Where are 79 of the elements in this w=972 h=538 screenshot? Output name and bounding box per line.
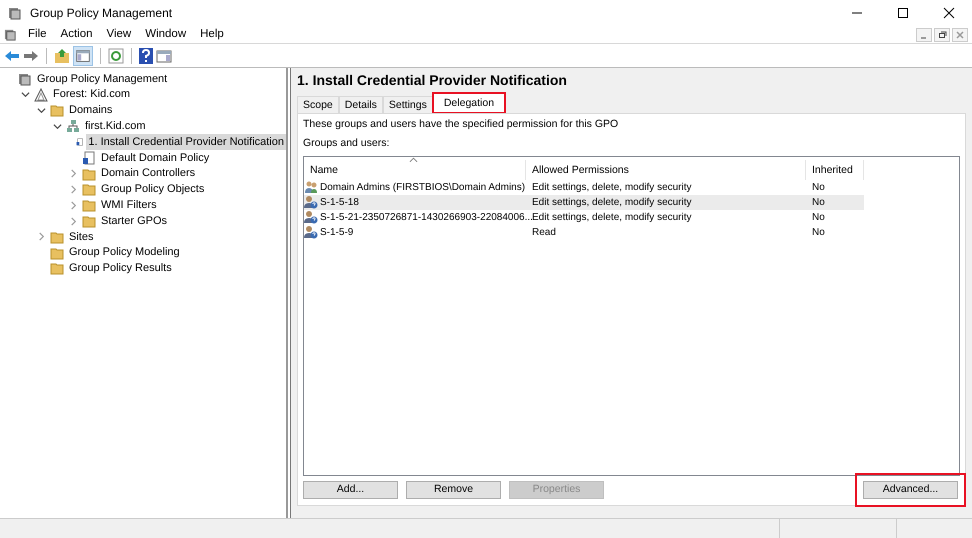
menu-item[interactable]: Help [193,26,231,44]
collapsed-chevron-icon[interactable] [36,232,46,242]
table-cell-text: No [812,226,825,240]
table-cell-text: Read [532,226,556,240]
column-header[interactable]: Allowed Permissions [526,160,806,180]
tree-item[interactable]: WMI Filters [99,197,159,214]
description-text: These groups and users have the specified permission for this GPO [303,117,620,132]
folder-icon [50,246,64,260]
forward-arrow-icon[interactable] [23,48,39,62]
folder-icon [82,166,96,181]
tree-item[interactable]: 1. Install Credential Provider Notification [86,134,286,150]
menu-item[interactable]: Window [138,26,194,44]
collapsed-chevron-icon[interactable] [68,200,78,210]
users-icon [304,180,318,194]
tab[interactable]: Scope [297,96,339,113]
table-cell-text: S-1-5-18 [320,196,359,210]
tree-item[interactable]: Domain Controllers [99,165,198,182]
app-icon[interactable] [4,28,17,41]
triangle-icon [34,88,48,102]
tree-item[interactable]: Group Policy Objects [99,181,206,198]
back-arrow-icon[interactable] [4,48,20,62]
folder-icon [82,198,96,212]
window-title: Group Policy Management [30,5,172,22]
column-header[interactable]: Inherited [806,160,864,180]
table-cell-text: Edit settings, delete, modify security [532,180,692,194]
table-row[interactable]: S-1-5-21-2350726871-1430266903-22084006...Edit settings, delete, modify security No [304,210,864,224]
tree-item[interactable]: Default Domain Policy [99,150,212,166]
collapsed-chevron-icon[interactable] [68,216,78,226]
tree-item[interactable]: Group Policy Modeling [67,244,182,261]
table-cell-text: Edit settings, delete, modify security [532,196,692,210]
table-row[interactable]: S-1-5-18 Edit settings, delete, modify security No [304,194,864,210]
table-cell-text: No [812,196,825,210]
pane-icon[interactable] [156,48,172,64]
app-icon [8,6,22,20]
help-icon[interactable] [139,48,153,64]
action-button[interactable]: Remove [406,481,501,499]
menu-item[interactable]: View [100,26,138,44]
folder-icon [82,182,96,196]
tree-item[interactable]: Group Policy Results [67,260,174,277]
table-cell-text: S-1-5-21-2350726871-1430266903-22084006... [320,210,533,224]
tree-item[interactable]: Domains [67,102,114,119]
folder-icon [82,214,96,228]
menu-item[interactable]: Action [54,26,100,44]
action-button[interactable]: Advanced... [863,481,958,499]
tree-item[interactable]: Starter GPOs [99,212,170,230]
restore-icon[interactable] [934,28,950,42]
table-row[interactable]: S-1-5-9 Read No [304,224,864,240]
minimize-icon[interactable] [916,28,932,42]
expanded-chevron-icon[interactable] [20,90,30,100]
folder-icon [50,230,64,244]
console-icon [18,72,32,86]
folder-icon [50,261,64,276]
tree-item[interactable]: first.Kid.com [83,118,148,135]
list-label: Groups and users: [303,136,390,151]
table-cell-text: No [812,210,825,224]
table-cell-text: Domain Admins (FIRSTBIOS\Domain Admins) [320,180,526,194]
tree-item[interactable]: Group Policy Management [35,70,170,88]
tab[interactable]: Details [338,96,383,113]
expanded-chevron-icon[interactable] [36,106,46,115]
tree-item[interactable]: Sites [67,228,96,246]
table-cell-text: No [812,180,825,194]
table-row[interactable]: Domain Admins (FIRSTBIOS\Domain Admins) Edit settings, delete, modify security No [304,180,864,194]
table-cell-text: S-1-5-9 [320,226,354,240]
pane-toggle-icon[interactable] [73,46,93,66]
folder-icon [50,103,64,118]
table-cell-text: Edit settings, delete, modify security [532,210,692,224]
menu-item[interactable]: File [21,26,54,44]
folder-up-icon[interactable] [54,48,70,64]
column-header[interactable]: Name [304,160,526,180]
action-button[interactable]: Add... [303,481,398,499]
tree-item[interactable]: Forest: Kid.com [51,86,132,103]
tab[interactable]: Delegation [432,93,506,113]
collapsed-chevron-icon[interactable] [68,169,78,178]
collapsed-chevron-icon[interactable] [68,184,78,194]
refresh-icon[interactable] [108,48,124,64]
expanded-chevron-icon[interactable] [52,122,62,131]
tab[interactable]: Settings [382,96,433,113]
panel-title: 1. Install Credential Provider Notification [297,71,568,90]
network-icon [66,119,80,134]
